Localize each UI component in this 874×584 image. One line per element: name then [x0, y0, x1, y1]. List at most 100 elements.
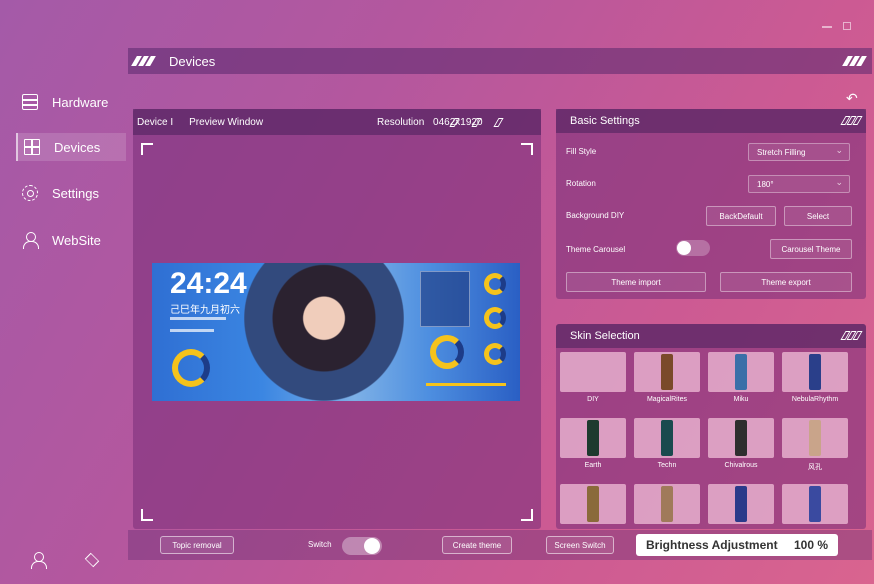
logo-icon [449, 117, 517, 127]
sidebar-item-label: WebSite [52, 232, 101, 248]
skin-label: Earth [584, 462, 602, 469]
logo-icon [840, 116, 863, 125]
devices-icon [24, 139, 40, 155]
topic-removal-button[interactable]: Topic removal [160, 536, 234, 554]
sidebar-item-label: Devices [54, 139, 101, 155]
theme-carousel-label: Theme Carousel [566, 245, 626, 254]
skin-item[interactable]: NebulaRhythm [782, 352, 848, 403]
sidebar-item-devices[interactable]: Devices [16, 133, 126, 161]
skin-thumbnail [782, 352, 848, 392]
skin-item[interactable] [708, 484, 774, 528]
screen-gauge [484, 273, 506, 295]
theme-import-button[interactable]: Theme import [566, 272, 706, 292]
logo-icon [131, 56, 156, 66]
rotation-select[interactable]: 180° [748, 175, 850, 193]
theme-export-button[interactable]: Theme export [720, 272, 852, 292]
skin-preview-image [809, 420, 821, 456]
skin-label: Techn [657, 462, 677, 469]
maximize-button[interactable] [843, 22, 851, 30]
screen-info-line [170, 317, 226, 320]
skin-item[interactable]: Chivalrous [708, 418, 774, 469]
sidebar-item-settings[interactable]: Settings [22, 179, 99, 207]
switch-toggle[interactable] [342, 537, 382, 555]
screen-progress-bar [426, 383, 506, 386]
skin-preview-image [735, 354, 747, 390]
skin-item[interactable]: Miku [708, 352, 774, 403]
toggle-knob [364, 538, 380, 554]
sidebar: Hardware Devices Settings WebSite [0, 0, 126, 584]
skin-item[interactable] [560, 484, 626, 528]
minimize-button[interactable] [822, 26, 832, 28]
skin-preview-image [661, 486, 673, 522]
skin-item[interactable]: Earth [560, 418, 626, 469]
skin-label: DIY [587, 396, 599, 403]
select-button[interactable]: Select [784, 206, 852, 226]
logo-icon [840, 331, 863, 340]
skin-preview-image [809, 354, 821, 390]
fill-style-select[interactable]: Stretch Filling [748, 143, 850, 161]
resolution-label: Resolution [377, 116, 425, 128]
skin-thumbnail [634, 484, 700, 524]
sidebar-item-hardware[interactable]: Hardware [22, 88, 108, 116]
skin-label: Chivalrous [724, 462, 758, 469]
carousel-theme-button[interactable]: Carousel Theme [770, 239, 852, 259]
skin-item[interactable]: 风孔 [782, 418, 848, 472]
screen-clock: 24:24 [170, 267, 247, 300]
toggle-knob [677, 241, 691, 255]
rotation-label: Rotation [566, 179, 596, 188]
skin-preview-image [661, 420, 673, 456]
preview-header: Device I Preview Window Resolution 0462x… [133, 109, 541, 135]
skin-thumbnail [560, 352, 626, 392]
skin-thumbnail [560, 484, 626, 524]
skin-item[interactable] [634, 484, 700, 528]
skin-item[interactable]: Techn [634, 418, 700, 469]
device-screen-preview: 24:24 己巳年九月初六 [152, 263, 520, 401]
brightness-label: Brightness Adjustment [646, 538, 778, 552]
skin-thumbnail [560, 418, 626, 458]
screen-gauge [484, 307, 506, 329]
skin-item[interactable]: DIY [560, 352, 626, 403]
panel-header: Basic Settings [556, 109, 866, 133]
brightness-adjustment[interactable]: Brightness Adjustment 100 % [636, 534, 838, 556]
crop-corner-icon[interactable] [521, 509, 533, 521]
brightness-value: 100 % [793, 538, 828, 552]
skin-item[interactable]: MagicalRites [634, 352, 700, 403]
crop-corner-icon[interactable] [521, 143, 533, 155]
skin-thumbnail [782, 484, 848, 524]
theme-carousel-toggle[interactable] [676, 240, 710, 256]
device-name: Device I [137, 116, 174, 128]
hardware-icon [22, 94, 38, 110]
panel-header: Skin Selection [556, 324, 866, 348]
skin-preview-image [661, 354, 673, 390]
skin-preview-image [587, 420, 599, 456]
back-arrow-icon[interactable]: ↶ [846, 90, 858, 107]
crop-corner-icon[interactable] [141, 143, 153, 155]
skin-label: NebulaRhythm [791, 396, 839, 403]
skin-label: MagicalRites [646, 396, 688, 403]
skin-thumbnail [782, 418, 848, 458]
portrait-image [244, 263, 404, 401]
skin-selection-panel: Skin Selection DIY MagicalRites Miku Nebula… [556, 324, 866, 529]
create-theme-button[interactable]: Create theme [442, 536, 512, 554]
skin-thumbnail [708, 352, 774, 392]
crop-corner-icon[interactable] [141, 509, 153, 521]
screen-switch-button[interactable]: Screen Switch [546, 536, 614, 554]
screen-stat-panel [420, 271, 470, 327]
sidebar-item-label: Settings [52, 185, 99, 201]
screen-gauge [484, 343, 506, 365]
screen-date: 己巳年九月初六 [170, 305, 240, 316]
page-title: Devices [169, 53, 216, 69]
sidebar-item-website[interactable]: WebSite [22, 226, 101, 254]
screen-gauge [430, 335, 464, 369]
layers-icon[interactable] [84, 552, 100, 568]
preview-title: Preview Window [189, 116, 264, 128]
skin-thumbnail [634, 352, 700, 392]
panel-title: Basic Settings [570, 115, 640, 127]
background-diy-label: Background DIY [566, 211, 625, 220]
skin-preview-image [809, 486, 821, 522]
back-default-button[interactable]: BackDefault [706, 206, 776, 226]
preview-window: Device I Preview Window Resolution 0462x… [133, 109, 541, 529]
skin-item[interactable] [782, 484, 848, 528]
header-bar: Devices [128, 48, 872, 74]
user-icon[interactable] [30, 552, 47, 569]
